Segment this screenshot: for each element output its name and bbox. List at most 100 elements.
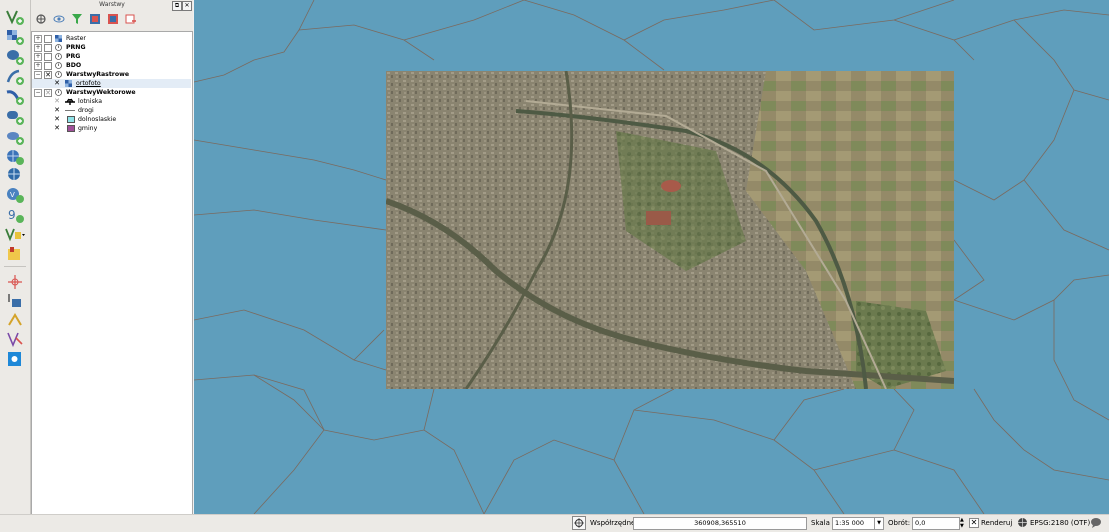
add-postgis-layer-icon[interactable] xyxy=(5,48,25,66)
wms-group-icon xyxy=(55,62,62,69)
vertical-toolbar: V 9 xyxy=(0,0,31,514)
scale-label: Skala xyxy=(811,519,830,527)
rotation-label: Obrót: xyxy=(888,519,911,527)
expand-toggle[interactable]: + xyxy=(34,35,42,43)
layer-group-warstwy-rastrowe[interactable]: − ✕ WarstwyRastrowe xyxy=(32,70,191,79)
layer-drogi[interactable]: ✕ drogi xyxy=(32,106,191,115)
layer-gminy[interactable]: ✕ gminy xyxy=(32,124,191,133)
open-layer-styling-icon[interactable] xyxy=(35,13,47,25)
add-vector-layer-icon[interactable] xyxy=(5,8,25,26)
visibility-checkbox[interactable]: ✕ xyxy=(44,71,52,79)
layer-label: drogi xyxy=(78,107,94,114)
add-mssql-layer-icon[interactable] xyxy=(5,88,25,106)
layer-label: WarstwyRastrowe xyxy=(66,71,130,78)
render-checkbox[interactable]: ✕ xyxy=(969,518,979,528)
ortofoto-raster xyxy=(386,71,954,389)
rotation-spinner-icon[interactable]: ▲ ▼ xyxy=(960,517,964,529)
layer-group-bdo[interactable]: + BDO xyxy=(32,61,191,70)
expand-all-icon[interactable] xyxy=(89,13,101,25)
line-symbol-icon xyxy=(65,107,75,114)
visibility-checkbox[interactable] xyxy=(44,35,52,43)
add-raster-layer-icon[interactable] xyxy=(5,28,25,46)
coordinate-toggle-icon[interactable] xyxy=(572,516,586,530)
scale-dropdown-arrow-icon[interactable]: ▼ xyxy=(874,517,884,530)
wms-group-icon xyxy=(55,89,62,96)
layer-label: dolnoslaskie xyxy=(78,116,117,123)
svg-text:V: V xyxy=(10,191,15,199)
layer-label: gminy xyxy=(78,125,98,132)
raster-group-icon xyxy=(55,35,62,42)
new-shapefile-layer-icon[interactable] xyxy=(5,226,25,244)
add-processing-layer-icon[interactable] xyxy=(5,350,25,368)
add-road-graph-icon[interactable] xyxy=(5,311,25,329)
layer-label: PRG xyxy=(66,53,81,60)
expand-toggle[interactable]: + xyxy=(34,62,42,70)
visibility-checkbox[interactable]: ✕ xyxy=(54,98,60,105)
layer-group-warstwy-wektorowe[interactable]: − ✕ WarstwyWektorowe xyxy=(32,88,191,97)
add-virtual-layer-icon[interactable] xyxy=(5,330,25,348)
layer-label: PRNG xyxy=(66,44,86,51)
wms-group-icon xyxy=(55,53,62,60)
layer-tree: + Raster + PRNG + PRG + BDO − ✕ WarstwyR… xyxy=(31,31,193,515)
layer-label: Raster xyxy=(66,35,86,42)
visibility-checkbox[interactable] xyxy=(44,53,52,61)
close-panel-button[interactable]: ✕ xyxy=(182,1,192,11)
add-db2-layer-icon[interactable] xyxy=(5,128,25,146)
layer-dolnoslaskie[interactable]: ✕ dolnoslaskie xyxy=(32,115,191,124)
layer-group-prng[interactable]: + PRNG xyxy=(32,43,191,52)
add-wcs-layer-icon[interactable] xyxy=(5,166,25,184)
collapse-toggle[interactable]: − xyxy=(34,89,42,97)
polygon-swatch-icon xyxy=(67,125,75,132)
coords-label: Współrzędne: xyxy=(590,519,638,527)
manage-visibility-icon[interactable] xyxy=(53,13,65,25)
add-spatialite-layer-icon[interactable] xyxy=(5,68,25,86)
new-spatialite-layer-icon[interactable] xyxy=(5,245,25,263)
polygon-swatch-icon xyxy=(67,116,75,123)
layer-label: BDO xyxy=(66,62,82,69)
wms-group-icon xyxy=(55,71,62,78)
rotation-field[interactable]: 0,0 xyxy=(912,517,960,530)
visibility-checkbox[interactable]: ✕ xyxy=(54,125,60,132)
visibility-checkbox[interactable] xyxy=(44,62,52,70)
visibility-checkbox[interactable]: ✕ xyxy=(44,89,52,97)
layers-panel: Warstwy ⧉ ✕ + Raster + PRNG + PRG + BDO … xyxy=(31,0,193,515)
crs-globe-icon[interactable] xyxy=(1017,517,1028,530)
collapse-all-icon[interactable] xyxy=(107,13,119,25)
panel-title: Warstwy xyxy=(99,1,125,8)
expand-toggle[interactable]: + xyxy=(34,44,42,52)
visibility-checkbox[interactable]: ✕ xyxy=(54,80,60,87)
status-bar: Współrzędne: 360908,365510 Skala 1:35 00… xyxy=(0,514,1109,532)
collapse-toggle[interactable]: − xyxy=(34,71,42,79)
add-oracle-layer-icon[interactable] xyxy=(5,108,25,126)
layer-label: ortofoto xyxy=(76,80,101,87)
layers-panel-toolbar xyxy=(31,11,193,29)
scale-field[interactable]: 1:35 000 xyxy=(832,517,876,530)
add-georeference-point-icon[interactable] xyxy=(5,273,25,291)
layer-ortofoto[interactable]: ✕ ortofoto xyxy=(32,79,191,88)
expand-toggle[interactable]: + xyxy=(34,53,42,61)
add-delimited-text-layer-icon[interactable]: 9 xyxy=(5,206,25,224)
map-canvas[interactable] xyxy=(194,0,1109,514)
render-label: Renderuj xyxy=(981,519,1013,527)
visibility-checkbox[interactable]: ✕ xyxy=(54,116,60,123)
float-panel-button[interactable]: ⧉ xyxy=(172,1,182,11)
layer-label: WarstwyWektorowe xyxy=(66,89,136,96)
wms-group-icon xyxy=(55,44,62,51)
filter-legend-icon[interactable] xyxy=(71,13,83,25)
raster-layer-icon xyxy=(65,80,72,87)
layer-label: lotniska xyxy=(78,98,103,105)
remove-layer-icon[interactable] xyxy=(125,13,137,25)
layer-lotniska[interactable]: ✕ lotniska xyxy=(32,97,191,106)
messages-icon[interactable] xyxy=(1090,517,1102,530)
airplane-icon xyxy=(65,98,75,105)
add-wms-layer-icon[interactable] xyxy=(5,148,25,166)
crs-label[interactable]: EPSG:2180 (OTF) xyxy=(1030,519,1090,527)
layer-group-raster[interactable]: + Raster xyxy=(32,34,191,43)
visibility-checkbox[interactable]: ✕ xyxy=(54,107,60,114)
coords-field[interactable]: 360908,365510 xyxy=(633,517,807,530)
layer-group-prg[interactable]: + PRG xyxy=(32,52,191,61)
panel-title-bar: Warstwy ⧉ ✕ xyxy=(31,0,193,11)
add-wfs-layer-icon[interactable]: V xyxy=(5,186,25,204)
add-gps-tool-icon[interactable] xyxy=(5,292,25,310)
visibility-checkbox[interactable] xyxy=(44,44,52,52)
